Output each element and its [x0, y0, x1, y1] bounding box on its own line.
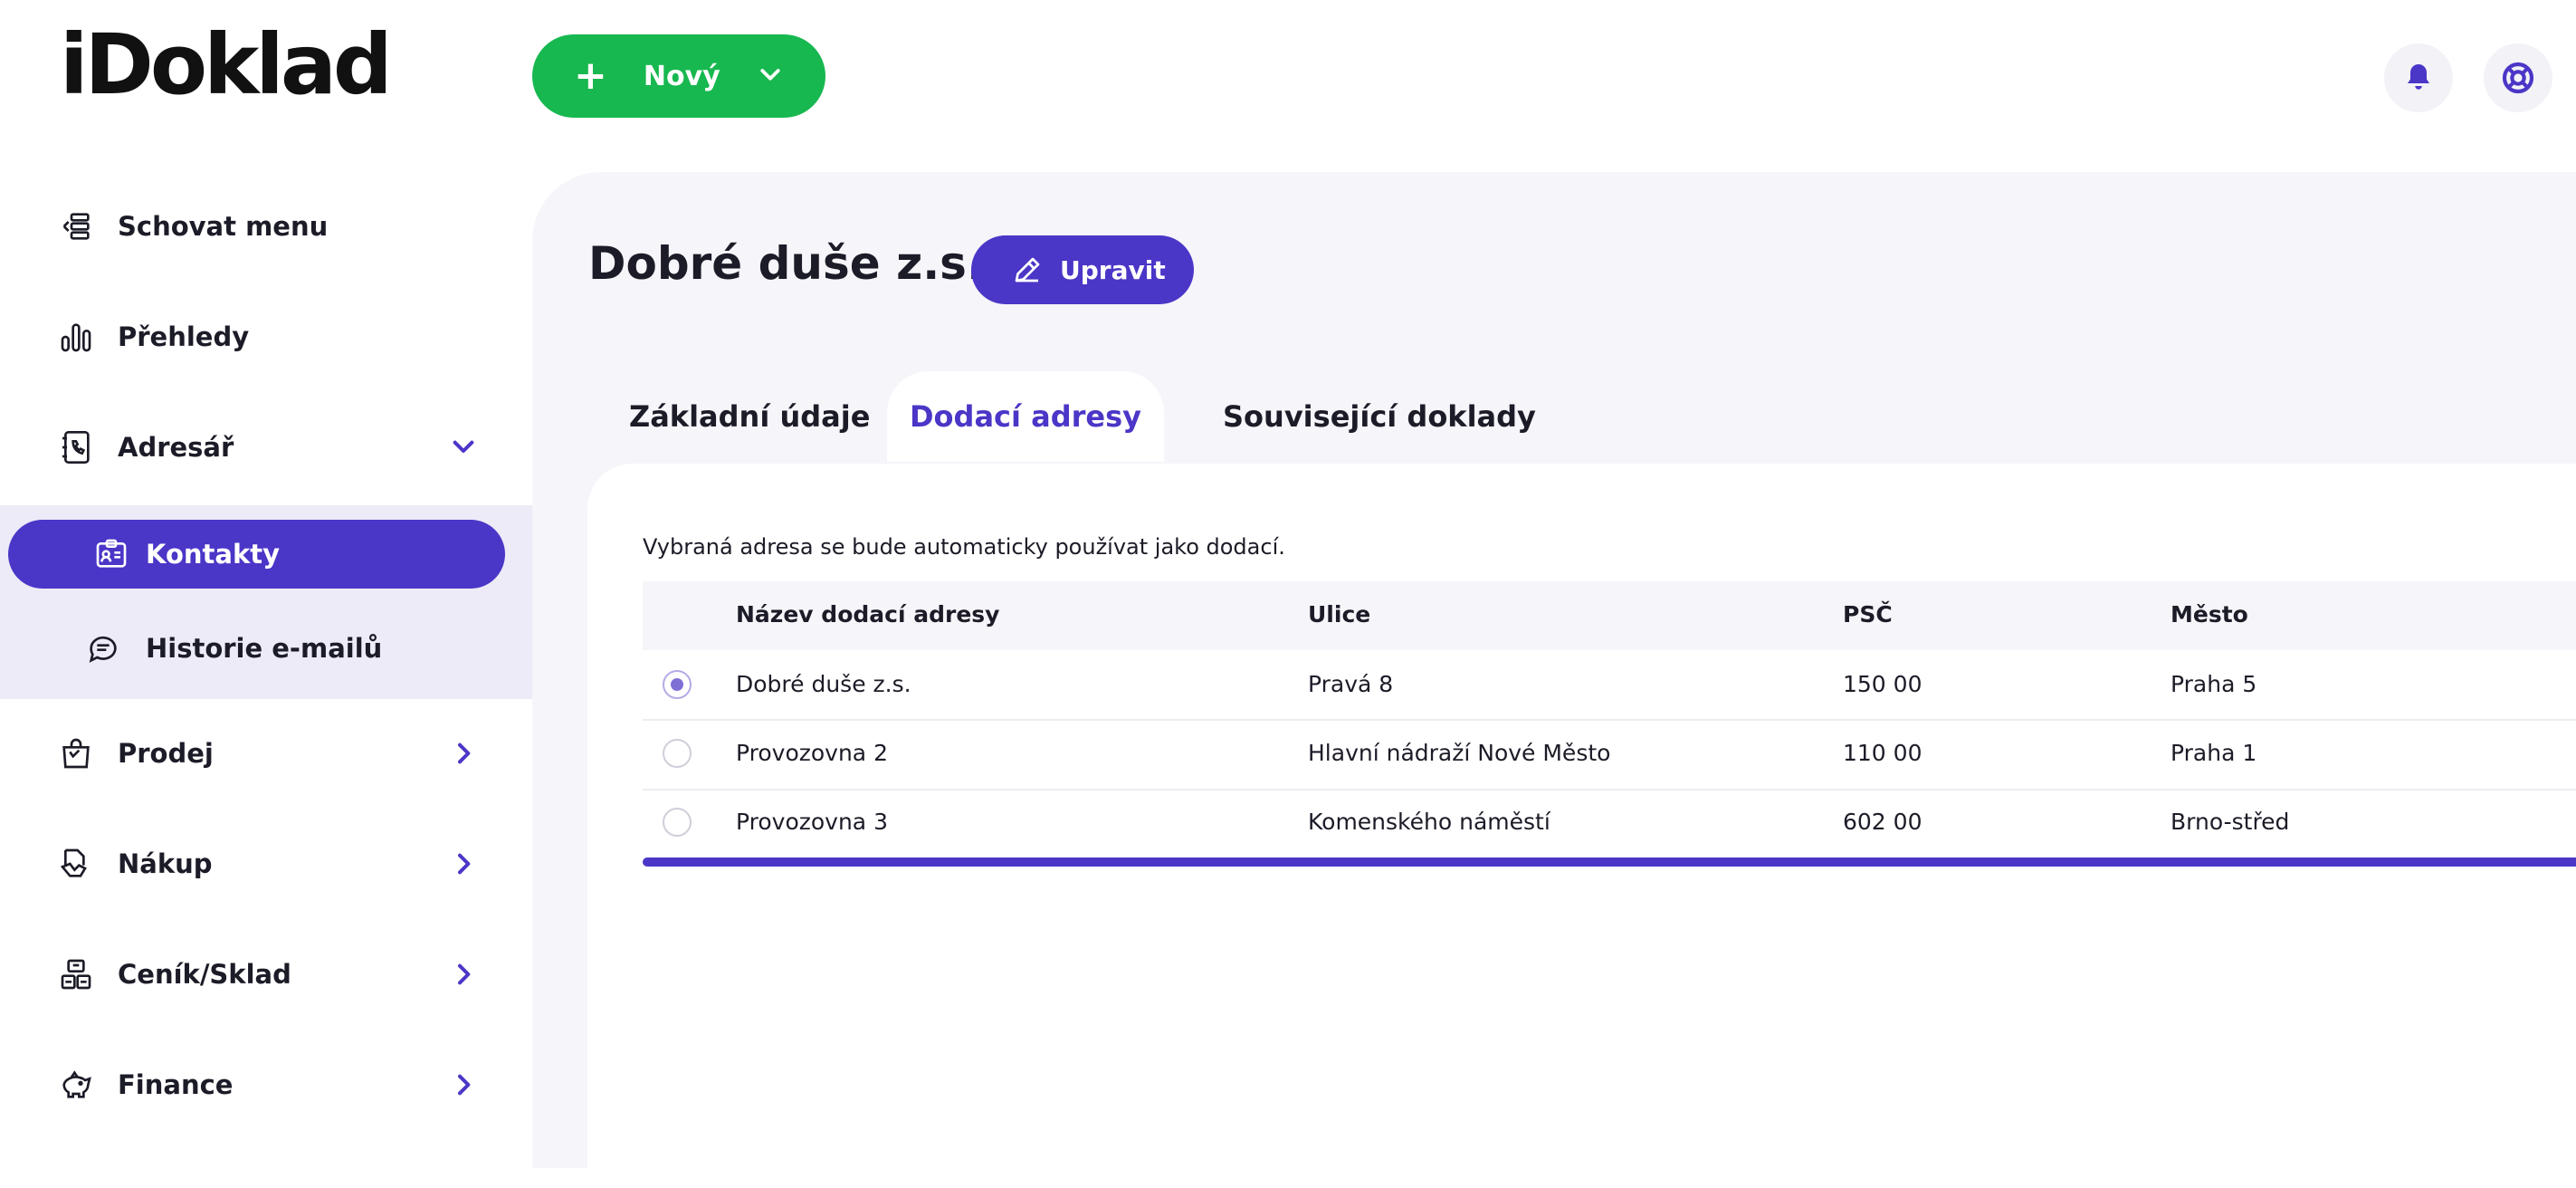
sidebar-item-label: Ceník/Sklad [118, 959, 291, 990]
address-name: Dobré duše z.s. [736, 671, 911, 697]
chevron-down-icon[interactable] [757, 62, 784, 89]
horizontal-scrollbar[interactable] [643, 857, 2576, 867]
sidebar-item-address-book[interactable]: Adresář [0, 411, 532, 484]
delivery-hint-text: Vybraná adresa se bude automaticky použí… [643, 534, 1285, 560]
address-zip: 110 00 [1843, 740, 1922, 766]
tab-basic-info[interactable]: Základní údaje [629, 371, 870, 462]
shopping-bag-icon [56, 733, 96, 773]
address-street: Komenského náměstí [1308, 809, 1550, 835]
address-zip: 602 00 [1843, 809, 1922, 835]
chevron-right-icon[interactable] [447, 848, 480, 880]
sidebar-item-purchase[interactable]: Nákup [0, 828, 532, 900]
sidebar-item-overview[interactable]: Přehledy [0, 301, 532, 373]
tab-delivery-addresses[interactable]: Dodací adresy [887, 371, 1164, 462]
address-radio-selected[interactable] [663, 670, 692, 699]
chevron-right-icon[interactable] [447, 737, 480, 770]
sidebar-item-label: Přehledy [118, 321, 250, 352]
address-street: Pravá 8 [1308, 671, 1394, 697]
tab-related-documents[interactable]: Související doklady [1223, 371, 1536, 462]
chevron-right-icon[interactable] [447, 1068, 480, 1101]
address-city: Praha 5 [2171, 671, 2257, 697]
table-row[interactable] [643, 650, 2576, 721]
address-name: Provozovna 2 [736, 740, 888, 766]
address-zip: 150 00 [1843, 671, 1922, 697]
logo-text: iDoklad [60, 16, 393, 113]
bar-chart-icon [56, 317, 96, 357]
idoklad-logo[interactable]: iDoklad [60, 16, 393, 113]
sidebar-item-email-history[interactable]: Historie e-mailů [0, 612, 532, 685]
sidebar-item-label: Prodej [118, 738, 214, 769]
address-street: Hlavní nádraží Nové Město [1308, 740, 1611, 766]
sidebar-item-contacts[interactable]: Kontakty [8, 520, 505, 589]
new-document-button[interactable]: + Nový [532, 34, 825, 118]
bell-icon [2408, 64, 2429, 90]
chat-history-icon [83, 628, 123, 668]
column-header-street[interactable]: Ulice [1308, 601, 1370, 628]
contact-card-icon [91, 534, 131, 574]
warehouse-icon [56, 954, 96, 994]
piggy-bank-icon [56, 1065, 96, 1105]
column-header-zip[interactable]: PSČ [1843, 601, 1893, 628]
sidebar-item-label: Adresář [118, 432, 234, 463]
column-header-name[interactable]: Název dodací adresy [736, 601, 999, 628]
edit-button[interactable]: Upravit [971, 235, 1194, 304]
purchase-icon [56, 844, 96, 884]
address-radio[interactable] [663, 739, 692, 768]
sidebar-item-label: Kontakty [146, 539, 281, 570]
notifications-button[interactable] [2384, 43, 2453, 112]
address-book-icon [56, 427, 96, 467]
collapse-menu-icon [56, 206, 96, 246]
sidebar-item-pricelist-stock[interactable]: Ceník/Sklad [0, 938, 532, 1011]
sidebar-item-sales[interactable]: Prodej [0, 717, 532, 790]
plus-icon: + [574, 53, 607, 99]
address-city: Brno-střed [2171, 809, 2290, 835]
sidebar-item-label: Nákup [118, 848, 213, 879]
address-name: Provozovna 3 [736, 809, 888, 835]
page-title: Dobré duše z.s. [588, 237, 984, 290]
new-button-label: Nový [643, 60, 720, 92]
pencil-icon [1015, 257, 1040, 283]
column-header-city[interactable]: Město [2171, 601, 2248, 628]
sidebar-item-finance[interactable]: Finance [0, 1049, 532, 1121]
address-city: Praha 1 [2171, 740, 2257, 766]
sidebar-item-label: Historie e-mailů [146, 633, 383, 664]
sidebar-item-hide-menu[interactable]: Schovat menu [0, 190, 532, 263]
lifebuoy-icon [2502, 62, 2534, 94]
address-radio[interactable] [663, 808, 692, 837]
sidebar-item-label: Schovat menu [118, 211, 329, 242]
edit-button-label: Upravit [1060, 254, 1166, 285]
chevron-right-icon[interactable] [447, 958, 480, 991]
help-button[interactable] [2484, 43, 2552, 112]
chevron-down-icon[interactable] [447, 431, 480, 464]
sidebar-item-label: Finance [118, 1069, 234, 1100]
